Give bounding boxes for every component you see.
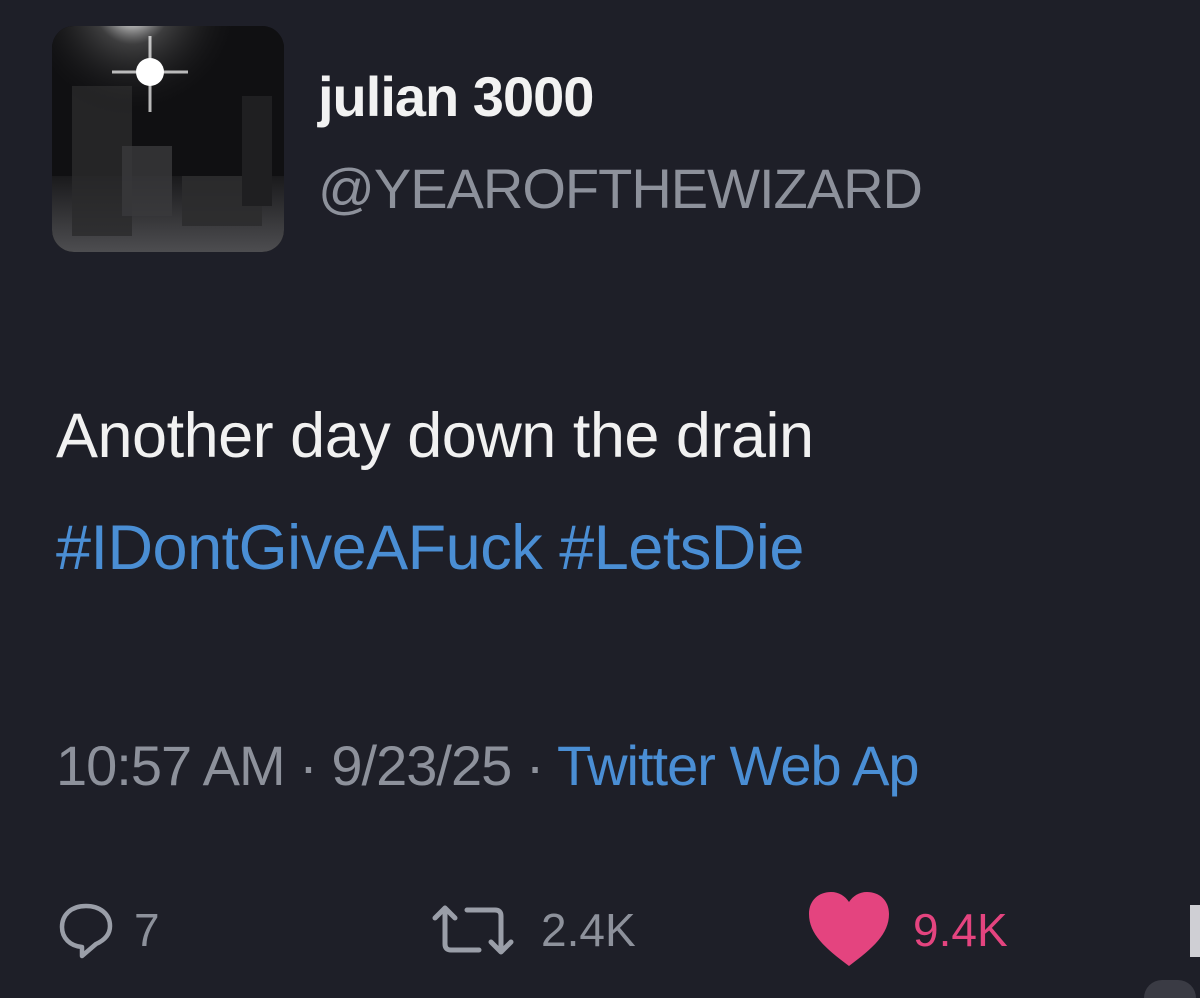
share-icon[interactable] [1190,905,1200,957]
tweet-text: Another day down the drain [56,401,814,471]
tweet-meta: 10:57 AM · 9/23/25 · Twitter Web Ap [56,733,920,798]
meta-separator: · [299,734,318,797]
like-button[interactable]: 9.4K [805,890,1008,970]
close-icon[interactable] [1144,980,1196,998]
tweet-time[interactable]: 10:57 AM [56,734,286,797]
reply-icon [59,903,113,959]
reply-button[interactable]: 7 [58,890,160,970]
reply-count: 7 [134,904,160,956]
retweet-count: 2.4K [541,904,636,956]
meta-separator: · [525,734,545,797]
heart-icon [809,892,889,966]
avatar[interactable] [52,26,284,252]
tweet-hashtags: #IDontGiveAFuck #LetsDie [56,512,804,584]
retweet-icon [432,905,514,955]
tweet-source[interactable]: Twitter Web Ap [557,734,920,797]
hashtag-link[interactable]: #IDontGiveAFuck [56,513,543,583]
avatar-image [52,26,284,252]
tweet-date[interactable]: 9/23/25 [331,734,512,797]
user-handle[interactable]: @YEAROFTHEWIZARD [318,156,923,221]
tweet-card: julian 3000 @YEAROFTHEWIZARD Another day… [0,0,1200,998]
retweet-button[interactable]: 2.4K [425,890,636,970]
tweet-actions: 7 2.4K 9.4K [0,890,1200,970]
hashtag-link[interactable]: #LetsDie [559,513,804,583]
display-name[interactable]: julian 3000 [318,64,594,129]
like-count: 9.4K [913,904,1008,956]
